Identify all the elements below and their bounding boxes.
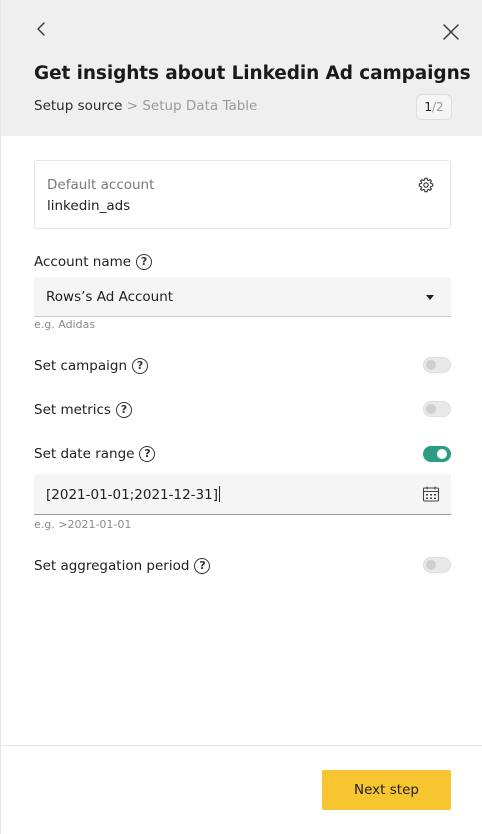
breadcrumb-next: Setup Data Table (142, 98, 258, 114)
set-metrics-label-text: Set metrics (34, 402, 111, 418)
set-metrics-label: Set metrics ? (34, 402, 132, 418)
account-name-hint: e.g. Adidas (34, 318, 96, 331)
calendar-icon[interactable] (422, 485, 440, 503)
help-icon[interactable]: ? (136, 254, 153, 270)
set-aggregation-period-label: Set aggregation period ? (34, 558, 211, 574)
account-name-select[interactable]: Rows’s Ad Account (34, 277, 451, 317)
default-account-label: Default account (47, 177, 155, 193)
step-current: 1 (424, 100, 432, 114)
close-icon[interactable] (441, 22, 461, 42)
toggle-knob (426, 404, 436, 414)
help-icon[interactable]: ? (132, 358, 149, 374)
step-indicator: 1/2 (416, 94, 452, 120)
toggle-knob (437, 449, 447, 459)
set-metrics-toggle[interactable] (423, 401, 451, 417)
default-account-card: Default account linkedin_ads (34, 160, 451, 229)
set-aggregation-period-label-text: Set aggregation period (34, 558, 190, 574)
set-date-range-label-text: Set date range (34, 446, 135, 462)
set-campaign-label: Set campaign ? (34, 358, 149, 374)
dropdown-caret-icon (426, 295, 434, 300)
default-account-value: linkedin_ads (47, 198, 131, 214)
date-range-hint: e.g. >2021-01-01 (34, 518, 132, 531)
toggle-knob (426, 560, 436, 570)
next-step-button[interactable]: Next step (322, 770, 451, 810)
panel-header: Get insights about Linkedin Ad campaigns… (1, 0, 482, 136)
set-date-range-label: Set date range ? (34, 446, 156, 462)
breadcrumb-current: Setup source (34, 98, 123, 114)
breadcrumb-separator: > (126, 98, 139, 114)
step-total: 2 (436, 100, 444, 114)
footer-divider (1, 745, 482, 746)
page-title: Get insights about Linkedin Ad campaigns (34, 63, 471, 84)
help-icon[interactable]: ? (194, 558, 211, 574)
date-range-value: [2021-01-01;2021-12-31] (46, 486, 220, 503)
set-aggregation-period-toggle[interactable] (423, 557, 451, 573)
back-chevron-icon[interactable] (31, 18, 51, 40)
help-icon[interactable]: ? (139, 446, 156, 462)
account-name-label: Account name ? (34, 254, 153, 270)
toggle-knob (426, 360, 436, 370)
setup-panel: Get insights about Linkedin Ad campaigns… (0, 0, 482, 834)
account-name-value: Rows’s Ad Account (46, 289, 174, 305)
breadcrumb: Setup source > Setup Data Table (34, 98, 257, 114)
date-range-text: [2021-01-01;2021-12-31] (46, 487, 218, 503)
help-icon[interactable]: ? (115, 402, 132, 418)
date-range-input[interactable]: [2021-01-01;2021-12-31] (34, 474, 451, 515)
set-date-range-toggle[interactable] (423, 446, 451, 462)
text-cursor (219, 486, 220, 502)
set-campaign-label-text: Set campaign (34, 358, 128, 374)
account-name-label-text: Account name (34, 254, 132, 270)
gear-icon[interactable] (418, 177, 434, 193)
set-campaign-toggle[interactable] (423, 357, 451, 373)
